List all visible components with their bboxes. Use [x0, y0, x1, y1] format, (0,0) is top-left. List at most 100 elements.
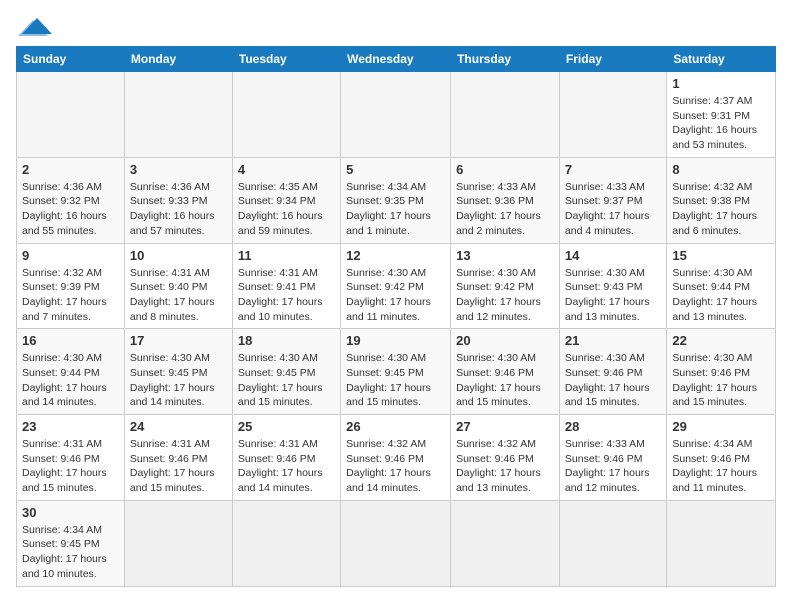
calendar-cell: 4 Sunrise: 4:35 AM Sunset: 9:34 PM Daylig…	[232, 157, 340, 243]
calendar-cell: 2Sunrise: 4:36 AM Sunset: 9:32 PM Daylig…	[17, 157, 125, 243]
day-info: Sunrise: 4:30 AM Sunset: 9:45 PM Dayligh…	[238, 351, 335, 410]
day-header-sunday: Sunday	[17, 47, 125, 72]
day-info: Sunrise: 4:35 AM Sunset: 9:34 PM Dayligh…	[238, 180, 335, 239]
calendar-cell: 10 Sunrise: 4:31 AM Sunset: 9:40 PM Dayli…	[124, 243, 232, 329]
calendar-cell: 8 Sunrise: 4:32 AM Sunset: 9:38 PM Daylig…	[667, 157, 776, 243]
day-header-wednesday: Wednesday	[341, 47, 451, 72]
day-info: Sunrise: 4:30 AM Sunset: 9:44 PM Dayligh…	[672, 266, 770, 325]
day-info: Sunrise: 4:31 AM Sunset: 9:40 PM Dayligh…	[130, 266, 227, 325]
calendar-cell: 11Sunrise: 4:31 AM Sunset: 9:41 PM Dayli…	[232, 243, 340, 329]
calendar-cell: 27 Sunrise: 4:32 AM Sunset: 9:46 PM Dayli…	[451, 415, 560, 501]
calendar-cell: 7 Sunrise: 4:33 AM Sunset: 9:37 PM Daylig…	[559, 157, 666, 243]
calendar-cell	[232, 72, 340, 158]
day-number: 4	[238, 162, 335, 177]
day-header-saturday: Saturday	[667, 47, 776, 72]
calendar-cell: 13 Sunrise: 4:30 AM Sunset: 9:42 PM Dayli…	[451, 243, 560, 329]
calendar-cell: 25 Sunrise: 4:31 AM Sunset: 9:46 PM Dayli…	[232, 415, 340, 501]
day-number: 7	[565, 162, 661, 177]
calendar-cell: 19 Sunrise: 4:30 AM Sunset: 9:45 PM Dayli…	[341, 329, 451, 415]
calendar-cell	[341, 500, 451, 586]
day-number: 17	[130, 333, 227, 348]
day-number: 12	[346, 248, 445, 263]
calendar-cell: 18 Sunrise: 4:30 AM Sunset: 9:45 PM Dayli…	[232, 329, 340, 415]
day-number: 8	[672, 162, 770, 177]
calendar-cell: 17 Sunrise: 4:30 AM Sunset: 9:45 PM Dayli…	[124, 329, 232, 415]
day-header-thursday: Thursday	[451, 47, 560, 72]
day-number: 30	[22, 505, 119, 520]
day-number: 2	[22, 162, 119, 177]
calendar-cell	[341, 72, 451, 158]
day-number: 23	[22, 419, 119, 434]
day-number: 18	[238, 333, 335, 348]
calendar-cell	[124, 72, 232, 158]
day-number: 15	[672, 248, 770, 263]
day-info: Sunrise: 4:33 AM Sunset: 9:37 PM Dayligh…	[565, 180, 661, 239]
day-number: 27	[456, 419, 554, 434]
day-info: Sunrise: 4:30 AM Sunset: 9:44 PM Dayligh…	[22, 351, 119, 410]
day-number: 22	[672, 333, 770, 348]
calendar-cell: 12Sunrise: 4:30 AM Sunset: 9:42 PM Dayli…	[341, 243, 451, 329]
day-info: Sunrise: 4:30 AM Sunset: 9:42 PM Dayligh…	[456, 266, 554, 325]
header	[16, 16, 776, 36]
calendar-cell	[451, 72, 560, 158]
calendar-cell	[559, 500, 666, 586]
day-number: 28	[565, 419, 661, 434]
day-info: Sunrise: 4:34 AM Sunset: 9:45 PM Dayligh…	[22, 523, 119, 582]
calendar-cell	[667, 500, 776, 586]
day-number: 6	[456, 162, 554, 177]
calendar-cell: 6 Sunrise: 4:33 AM Sunset: 9:36 PM Daylig…	[451, 157, 560, 243]
day-info: Sunrise: 4:30 AM Sunset: 9:46 PM Dayligh…	[672, 351, 770, 410]
day-info: Sunrise: 4:30 AM Sunset: 9:43 PM Dayligh…	[565, 266, 661, 325]
day-number: 11	[238, 248, 335, 263]
calendar-cell: 24 Sunrise: 4:31 AM Sunset: 9:46 PM Dayli…	[124, 415, 232, 501]
day-info: Sunrise: 4:30 AM Sunset: 9:46 PM Dayligh…	[456, 351, 554, 410]
day-info: Sunrise: 4:32 AM Sunset: 9:46 PM Dayligh…	[346, 437, 445, 496]
calendar-cell: 20Sunrise: 4:30 AM Sunset: 9:46 PM Dayli…	[451, 329, 560, 415]
calendar-cell: 29Sunrise: 4:34 AM Sunset: 9:46 PM Dayli…	[667, 415, 776, 501]
day-info: Sunrise: 4:31 AM Sunset: 9:46 PM Dayligh…	[130, 437, 227, 496]
day-number: 3	[130, 162, 227, 177]
calendar-cell: 16Sunrise: 4:30 AM Sunset: 9:44 PM Dayli…	[17, 329, 125, 415]
calendar-cell: 9Sunrise: 4:32 AM Sunset: 9:39 PM Daylig…	[17, 243, 125, 329]
calendar-week-row: 1Sunrise: 4:37 AM Sunset: 9:31 PM Daylig…	[17, 72, 776, 158]
day-header-tuesday: Tuesday	[232, 47, 340, 72]
day-info: Sunrise: 4:36 AM Sunset: 9:33 PM Dayligh…	[130, 180, 227, 239]
day-number: 13	[456, 248, 554, 263]
calendar-week-row: 16Sunrise: 4:30 AM Sunset: 9:44 PM Dayli…	[17, 329, 776, 415]
day-info: Sunrise: 4:34 AM Sunset: 9:35 PM Dayligh…	[346, 180, 445, 239]
calendar: SundayMondayTuesdayWednesdayThursdayFrid…	[16, 46, 776, 587]
calendar-cell: 28 Sunrise: 4:33 AM Sunset: 9:46 PM Dayli…	[559, 415, 666, 501]
day-info: Sunrise: 4:33 AM Sunset: 9:36 PM Dayligh…	[456, 180, 554, 239]
day-number: 19	[346, 333, 445, 348]
day-number: 24	[130, 419, 227, 434]
calendar-cell	[451, 500, 560, 586]
calendar-cell	[124, 500, 232, 586]
day-number: 10	[130, 248, 227, 263]
day-info: Sunrise: 4:32 AM Sunset: 9:38 PM Dayligh…	[672, 180, 770, 239]
calendar-week-row: 9Sunrise: 4:32 AM Sunset: 9:39 PM Daylig…	[17, 243, 776, 329]
day-number: 26	[346, 419, 445, 434]
day-info: Sunrise: 4:37 AM Sunset: 9:31 PM Dayligh…	[672, 94, 770, 153]
calendar-cell: 30 Sunrise: 4:34 AM Sunset: 9:45 PM Dayli…	[17, 500, 125, 586]
logo-icon	[18, 16, 56, 36]
calendar-cell	[559, 72, 666, 158]
calendar-cell: 21Sunrise: 4:30 AM Sunset: 9:46 PM Dayli…	[559, 329, 666, 415]
day-info: Sunrise: 4:31 AM Sunset: 9:46 PM Dayligh…	[238, 437, 335, 496]
day-info: Sunrise: 4:30 AM Sunset: 9:45 PM Dayligh…	[346, 351, 445, 410]
calendar-cell: 14 Sunrise: 4:30 AM Sunset: 9:43 PM Dayli…	[559, 243, 666, 329]
day-number: 25	[238, 419, 335, 434]
day-info: Sunrise: 4:33 AM Sunset: 9:46 PM Dayligh…	[565, 437, 661, 496]
day-info: Sunrise: 4:30 AM Sunset: 9:45 PM Dayligh…	[130, 351, 227, 410]
calendar-cell: 3 Sunrise: 4:36 AM Sunset: 9:33 PM Daylig…	[124, 157, 232, 243]
day-info: Sunrise: 4:30 AM Sunset: 9:46 PM Dayligh…	[565, 351, 661, 410]
day-number: 5	[346, 162, 445, 177]
calendar-cell: 15 Sunrise: 4:30 AM Sunset: 9:44 PM Dayli…	[667, 243, 776, 329]
calendar-cell: 23Sunrise: 4:31 AM Sunset: 9:46 PM Dayli…	[17, 415, 125, 501]
calendar-week-row: 23 Sunrise: 4:31 AM Sunset: 9:46 PM Dayli…	[17, 415, 776, 501]
day-number: 14	[565, 248, 661, 263]
logo	[16, 16, 56, 36]
day-header-monday: Monday	[124, 47, 232, 72]
day-number: 9	[22, 248, 119, 263]
day-info: Sunrise: 4:32 AM Sunset: 9:46 PM Dayligh…	[456, 437, 554, 496]
day-number: 29	[672, 419, 770, 434]
